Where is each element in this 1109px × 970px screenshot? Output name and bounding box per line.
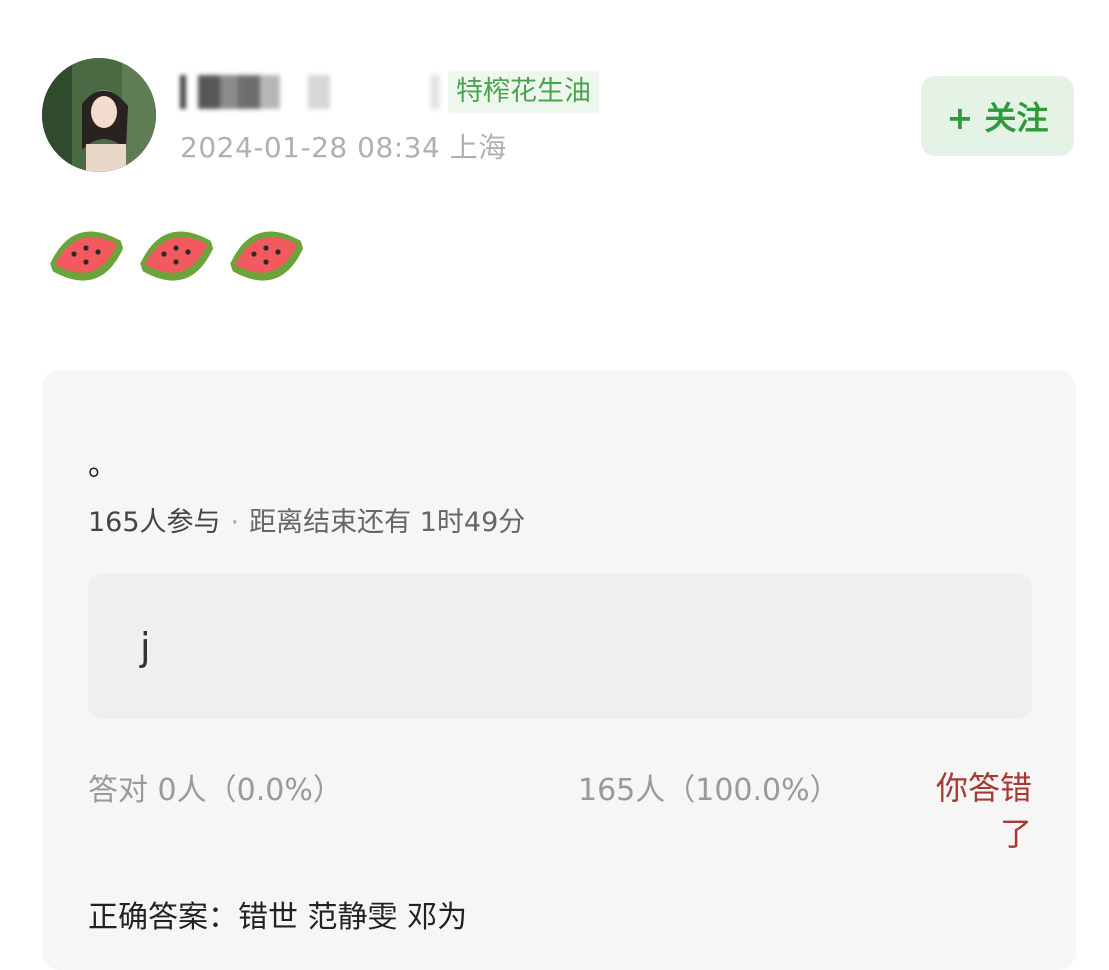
participant-count: 165人参与 <box>88 507 221 538</box>
watermelon-icon <box>50 231 124 281</box>
post-content-emojis <box>46 222 308 292</box>
time-remaining: 距离结束还有 1时49分 <box>249 507 526 538</box>
watermelon-icon <box>230 231 304 281</box>
avatar[interactable] <box>42 58 156 172</box>
wrong-stat: 165人（100.0%） <box>578 773 840 808</box>
post-location: 上海 <box>449 131 507 164</box>
separator-dot: · <box>230 507 240 538</box>
author-tag: 特榨花生油 <box>448 71 599 113</box>
result-label: 你答错了 <box>935 769 1032 853</box>
quiz-card: 。 165人参与 · 距离结束还有 1时49分 j 答对 0人（0.0%） 165人… <box>42 370 1076 970</box>
option-text: j <box>140 625 151 669</box>
author-name-redacted[interactable] <box>180 75 440 109</box>
avatar-image <box>42 58 156 172</box>
correct-stat: 答对 0人（0.0%） <box>88 773 343 808</box>
quiz-option[interactable]: j <box>88 573 1032 719</box>
author-row: 特榨花生油 <box>180 68 599 116</box>
quiz-question: 。 <box>88 448 118 483</box>
watermelon-icon <box>140 231 214 281</box>
quiz-status: 165人参与 · 距离结束还有 1时49分 <box>88 500 525 539</box>
post-timestamp: 2024-01-28 08:34 <box>180 131 441 164</box>
correct-answer: 正确答案：错世 范静雯 邓为 <box>88 900 468 935</box>
follow-button[interactable]: + 关注 <box>921 76 1074 156</box>
post-meta: 2024-01-28 08:34 上海 <box>180 126 507 166</box>
